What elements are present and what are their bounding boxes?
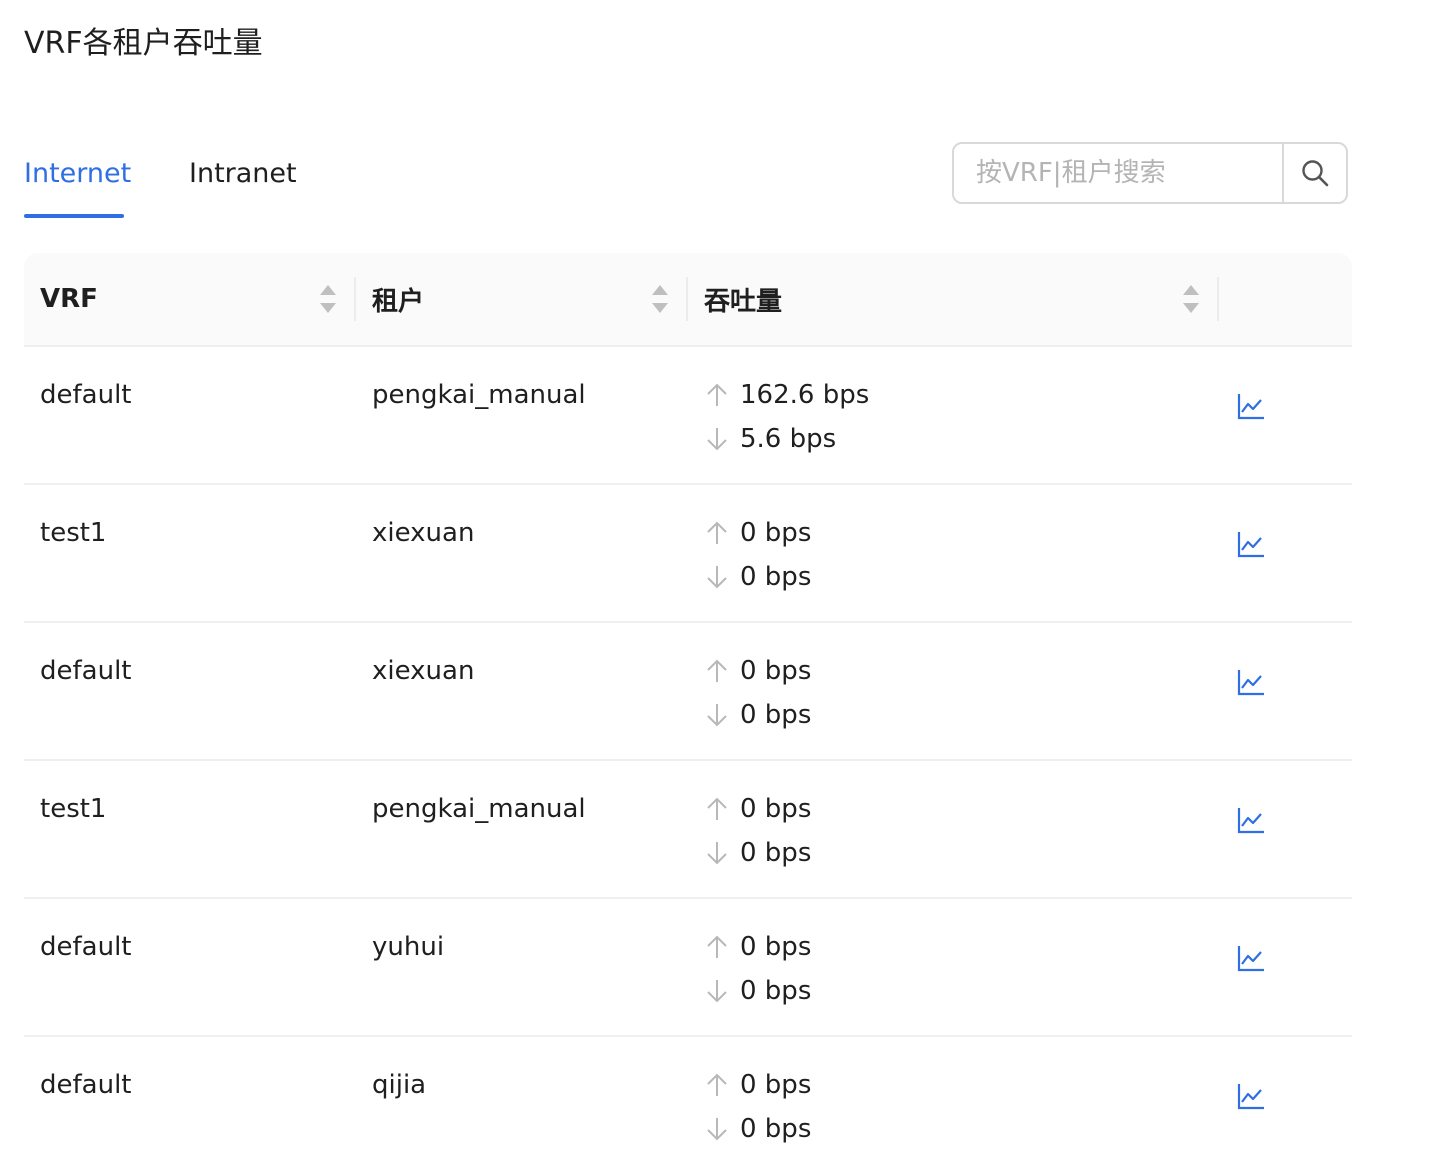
arrow-down-icon (707, 428, 727, 451)
column-header-actions (1219, 253, 1352, 345)
arrow-up-icon (707, 797, 727, 820)
arrow-up-icon (707, 1073, 727, 1096)
download-throughput: 5.6 bps (704, 421, 836, 457)
arrow-up-icon (707, 935, 727, 958)
arrow-down-icon (707, 1118, 727, 1141)
sort-icon[interactable] (319, 283, 337, 315)
vrf-cell: default (40, 380, 132, 410)
tenant-cell: qijia (372, 1070, 427, 1100)
vrf-cell: test1 (40, 794, 107, 824)
download-throughput: 0 bps (704, 697, 811, 733)
upload-throughput: 0 bps (704, 515, 811, 551)
line-chart-icon[interactable] (1236, 943, 1266, 973)
arrow-down-icon (707, 566, 727, 589)
table-row: default yuhui 0 bps 0 bps (24, 899, 1352, 1037)
arrow-down-icon (707, 704, 727, 727)
arrow-down-icon (707, 842, 727, 865)
column-header-throughput: 吞吐量 (688, 253, 1218, 345)
line-chart-icon[interactable] (1236, 529, 1266, 559)
column-header-vrf: VRF (24, 253, 356, 345)
arrow-up-icon (707, 659, 727, 682)
arrow-up-icon (707, 521, 727, 544)
search-box (952, 142, 1348, 204)
vrf-cell: default (40, 1070, 132, 1100)
upload-throughput: 0 bps (704, 929, 811, 965)
line-chart-icon[interactable] (1236, 391, 1266, 421)
sort-icon[interactable] (1182, 283, 1200, 315)
tab-intranet[interactable]: Intranet (189, 150, 297, 198)
column-header-label: 吞吐量 (704, 286, 783, 317)
upload-throughput: 0 bps (704, 653, 811, 689)
tenant-cell: yuhui (372, 932, 445, 962)
line-chart-icon[interactable] (1236, 805, 1266, 835)
tenant-cell: xiexuan (372, 656, 475, 686)
column-header-tenant: 租户 (356, 253, 688, 345)
vrf-cell: default (40, 932, 132, 962)
download-throughput: 0 bps (704, 973, 811, 1009)
arrow-up-icon (707, 383, 727, 406)
search-input[interactable] (954, 144, 1282, 202)
table-header: VRF 租户 吞吐量 (24, 253, 1352, 347)
page-title: VRF各租户吞吐量 (24, 26, 263, 61)
throughput-table: VRF 租户 吞吐量 default pengkai_manual 162.6 … (24, 253, 1352, 1173)
tab-internet[interactable]: Internet (24, 150, 131, 198)
upload-throughput: 162.6 bps (704, 377, 869, 413)
vrf-cell: default (40, 656, 132, 686)
table-row: default pengkai_manual 162.6 bps 5.6 bps (24, 347, 1352, 485)
column-header-label: 租户 (372, 286, 425, 317)
table-row: test1 xiexuan 0 bps 0 bps (24, 485, 1352, 623)
download-throughput: 0 bps (704, 559, 811, 595)
arrow-down-icon (707, 980, 727, 1003)
tenant-cell: xiexuan (372, 518, 475, 548)
line-chart-icon[interactable] (1236, 667, 1266, 697)
vrf-cell: test1 (40, 518, 107, 548)
upload-throughput: 0 bps (704, 791, 811, 827)
table-row: test1 pengkai_manual 0 bps 0 bps (24, 761, 1352, 899)
table-row: default xiexuan 0 bps 0 bps (24, 623, 1352, 761)
line-chart-icon[interactable] (1236, 1081, 1266, 1111)
download-throughput: 0 bps (704, 1111, 811, 1147)
column-header-label: VRF (40, 284, 98, 314)
table-row: default qijia 0 bps 0 bps (24, 1037, 1352, 1173)
download-throughput: 0 bps (704, 835, 811, 871)
upload-throughput: 0 bps (704, 1067, 811, 1103)
tenant-cell: pengkai_manual (372, 380, 586, 410)
sort-icon[interactable] (651, 283, 669, 315)
active-tab-indicator (24, 214, 124, 218)
tenant-cell: pengkai_manual (372, 794, 586, 824)
search-button[interactable] (1282, 144, 1346, 202)
search-icon (1302, 160, 1329, 187)
